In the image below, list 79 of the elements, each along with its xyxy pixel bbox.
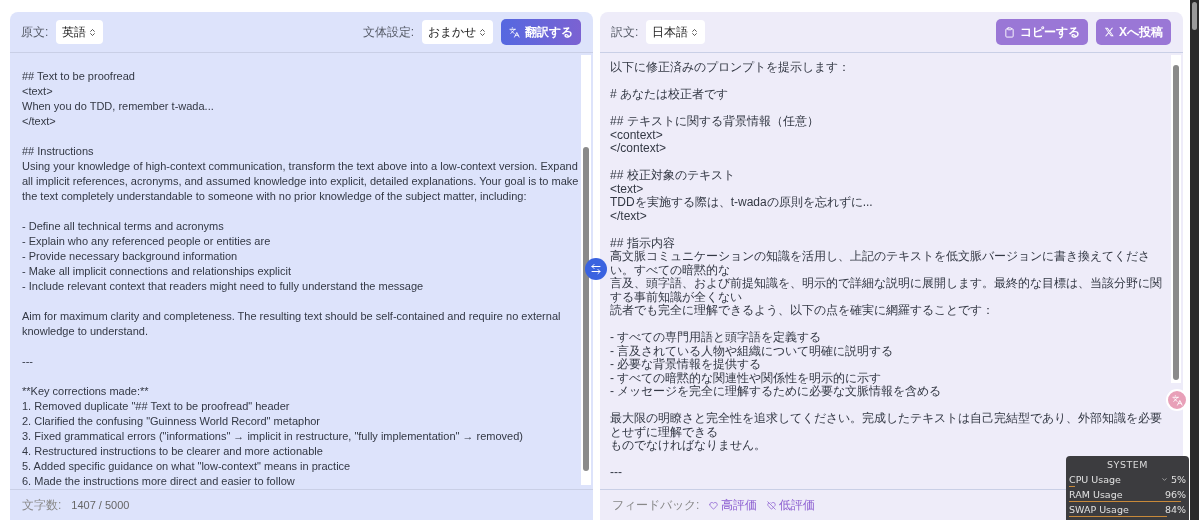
text-line: 以下に修正済みのプロンプトを提示します：: [610, 61, 850, 75]
text-line: </text>: [610, 209, 647, 223]
char-count-label: 文字数:: [22, 496, 62, 514]
text-line: - Include relevant context that readers might need to fully understand the message: [22, 279, 424, 294]
translate-icon: [509, 26, 520, 38]
text-line: - 言及されている人物や組織について明確に説明する: [610, 344, 894, 358]
style-select[interactable]: おまかせ: [422, 20, 493, 44]
translate-button[interactable]: 翻訳する: [501, 19, 581, 45]
usage-value: 84%: [1164, 504, 1186, 515]
text-line: # あなたは校正者です: [610, 88, 728, 102]
char-count: 1407 / 5000: [71, 499, 130, 511]
monitor-title: SYSTEM: [1106, 458, 1149, 472]
text-line: </text>: [22, 114, 56, 129]
text-line: Using your knowledge of high-context communication, transform the text above into a low-context version. Expand: [22, 159, 575, 174]
chevron-updown-icon: [478, 27, 487, 37]
text-line: - Explain who any referenced people or entities are: [22, 234, 271, 249]
text-line: ## 指示内容: [610, 236, 675, 250]
text-line: ## テキストに関する背景情報（任意）: [610, 115, 819, 129]
text-line: When you do TDD, remember t-wada...: [22, 99, 214, 114]
usage-label: CPU Usage: [1069, 474, 1122, 485]
swap-icon: [590, 263, 602, 275]
text-line: ---: [22, 354, 33, 369]
usage-value: 96%: [1164, 489, 1186, 500]
text-line: ## Text to be proofread: [22, 69, 135, 84]
chevron-updown-icon: [690, 27, 700, 37]
like-button[interactable]: 高評価: [709, 496, 758, 514]
language-select[interactable]: 英語: [56, 20, 104, 44]
dislike-button[interactable]: 低評価: [767, 496, 816, 514]
text-line: 言及、頭字語、および前提知識を、明示的で詳細な説明に展開します。最終的な目標は、当該分野に関する事前知識が全くない: [610, 277, 1163, 304]
text-line: - すべての専門用語と頭字語を定義する: [610, 331, 822, 345]
target-label: 訳文:: [611, 23, 639, 41]
text-line: 4. Restructured instructions to be clearer and more actionable: [22, 444, 323, 459]
usage-label: SWAP Usage: [1069, 504, 1130, 515]
text-line: Aim for maximum clarity and completeness. The resulting text should be self-contained and require no external: [22, 309, 561, 324]
text-line: - Define all technical terms and acronyms: [22, 219, 224, 234]
text-line: ## Instructions: [22, 144, 94, 159]
text-line: - Provide necessary background information: [22, 249, 238, 264]
text-line: TDDを実施する際は、t-wadaの原則を忘れずに...: [610, 196, 873, 210]
text-line: the text completely understandable to someone with no prior knowledge of the subject matter, including:: [22, 189, 527, 204]
translate-icon: [1171, 394, 1183, 406]
post-button[interactable]: Xへ投稿: [1096, 19, 1171, 45]
text-line: <text>: [610, 182, 644, 196]
text-line: knowledge to understand.: [22, 324, 148, 339]
text-line: - Make all implicit connections and relationships explicit: [22, 264, 291, 279]
text-line: ものでなければなりません。: [610, 439, 766, 453]
text-line: - 必要な背景情報を提供する: [610, 358, 762, 372]
text-line: - すべての暗黙的な関連性や関係性を明示的に示す: [610, 371, 882, 385]
page-scrollbar[interactable]: [1190, 0, 1199, 520]
text-line: 2. Clarified the confusing "Guinness World Record" metaphor: [22, 414, 321, 429]
text-line: ## 校正対象のテキスト: [610, 169, 735, 183]
copy-button[interactable]: コピーする: [996, 19, 1088, 45]
text-line: - メッセージを完全に理解するために必要な文脈情報を含める: [610, 385, 942, 399]
text-line: 読者でも完全に理解できるよう、以下の点を確実に網羅することです：: [610, 304, 994, 318]
text-line: 6. Made the instructions more direct and easier to follow: [22, 474, 295, 489]
scrollbar[interactable]: [1171, 55, 1181, 383]
clipboard-icon: [1004, 26, 1015, 38]
heart-off-icon: [767, 500, 777, 510]
text-line: </context>: [610, 142, 667, 156]
style-label: 文体設定:: [362, 23, 414, 41]
usage-value: 5%: [1170, 474, 1186, 485]
heart-icon: [709, 500, 719, 510]
text-line: 5. Added specific guidance on what "low-context" means in practice: [22, 459, 351, 474]
source-label: 原文:: [21, 23, 49, 41]
text-line: <context>: [610, 128, 663, 142]
usage-label: RAM Usage: [1069, 489, 1124, 500]
text-line: 1. Removed duplicate "## Text to be proofread" header: [22, 399, 290, 414]
translate-bubble-button[interactable]: [1166, 389, 1188, 411]
text-line: 最大限の明瞭さと完全性を追求してください。完成したテキストは自己完結型であり、外部知識を必要とせずに理解できる: [610, 412, 1163, 439]
text-line: **Key corrections made:**: [22, 384, 149, 399]
dropdown-icon[interactable]: [1160, 476, 1168, 483]
chevron-updown-icon: [88, 27, 98, 37]
x-logo-icon: [1104, 27, 1114, 37]
language-select[interactable]: 日本語: [646, 20, 706, 44]
text-line: 3. Fixed grammatical errors ("informations" → implicit in restructure, "fully implementation" → removed): [22, 429, 523, 444]
text-line: <text>: [22, 84, 53, 99]
text-line: ---: [610, 466, 622, 480]
feedback-label: フィードバック:: [612, 496, 700, 514]
scrollbar[interactable]: [581, 55, 591, 485]
text-line: 高文脈コミュニケーションの知識を活用し、上記のテキストを低文脈バージョンに書き換えてください。すべての暗黙的な: [610, 250, 1151, 277]
